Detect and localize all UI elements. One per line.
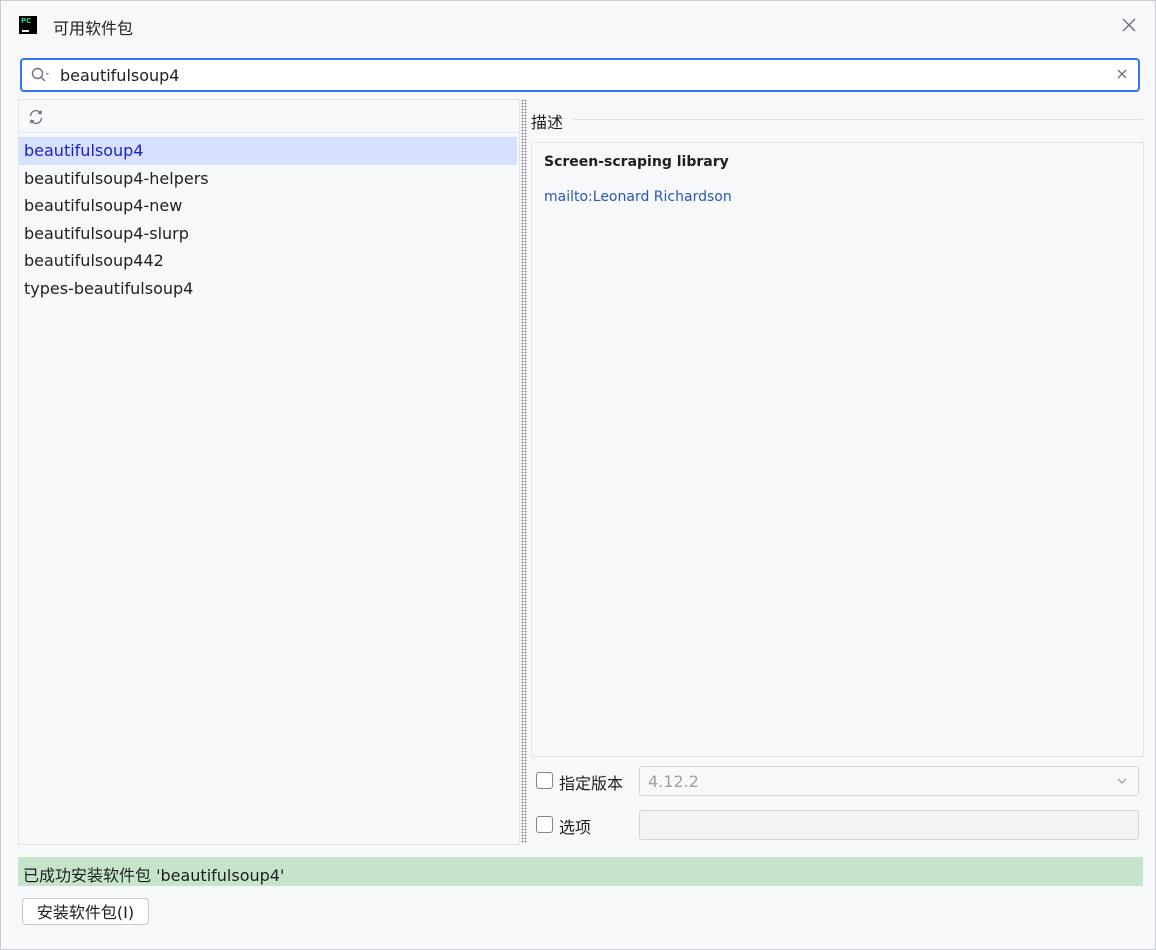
package-item-types-beautifulsoup4[interactable]: types-beautifulsoup4 [19, 275, 517, 303]
status-banner: 已成功安装软件包 'beautifulsoup4' [18, 857, 1143, 886]
pycharm-icon: PC [19, 14, 39, 34]
author-mail-link[interactable]: mailto:Leonard Richardson [544, 189, 732, 205]
close-button[interactable] [1117, 13, 1141, 37]
available-packages-dialog: PC 可用软件包 beautifulsoup4 beautifulsoup4 b… [0, 0, 1156, 950]
package-list-panel: beautifulsoup4 beautifulsoup4-helpers be… [18, 99, 520, 845]
specify-version-checkbox[interactable] [536, 772, 553, 789]
description-box: Screen-scraping library mailto:Leonard R… [531, 142, 1144, 757]
package-item-beautifulsoup4-slurp[interactable]: beautifulsoup4-slurp [19, 220, 517, 248]
options-label: 选项 [559, 818, 592, 837]
version-row: 指定版本 4.12.2 [536, 766, 1143, 796]
status-text: 已成功安装软件包 'beautifulsoup4' [23, 866, 285, 885]
package-item-beautifulsoup4[interactable]: beautifulsoup4 [19, 137, 517, 165]
refresh-icon[interactable] [27, 108, 45, 126]
package-item-beautifulsoup4-new[interactable]: beautifulsoup4-new [19, 192, 517, 220]
package-summary: Screen-scraping library [544, 154, 729, 170]
package-list: beautifulsoup4 beautifulsoup4-helpers be… [19, 137, 517, 302]
options-checkbox[interactable] [536, 816, 553, 833]
version-select[interactable]: 4.12.2 [639, 766, 1139, 796]
package-details-panel: 描述 Screen-scraping library mailto:Leonar… [531, 99, 1144, 843]
close-icon [1122, 18, 1136, 32]
package-item-beautifulsoup442[interactable]: beautifulsoup442 [19, 247, 517, 275]
description-header: 描述 [531, 113, 564, 132]
package-list-toolbar [19, 100, 519, 133]
description-divider [573, 119, 1143, 120]
options-input[interactable] [639, 810, 1139, 840]
version-value: 4.12.2 [648, 772, 699, 791]
clear-icon[interactable] [1116, 68, 1128, 80]
options-row: 选项 [536, 810, 1143, 840]
panel-splitter[interactable] [521, 99, 527, 843]
install-package-button[interactable]: 安装软件包(I) [22, 898, 149, 925]
search-icon[interactable] [31, 67, 53, 83]
dialog-title: 可用软件包 [53, 19, 134, 38]
package-search-field[interactable] [20, 58, 1140, 92]
package-item-beautifulsoup4-helpers[interactable]: beautifulsoup4-helpers [19, 165, 517, 193]
title-bar: PC 可用软件包 [1, 1, 1155, 49]
specify-version-label: 指定版本 [559, 774, 624, 793]
search-input[interactable] [60, 64, 1100, 86]
chevron-down-icon [1117, 778, 1127, 784]
